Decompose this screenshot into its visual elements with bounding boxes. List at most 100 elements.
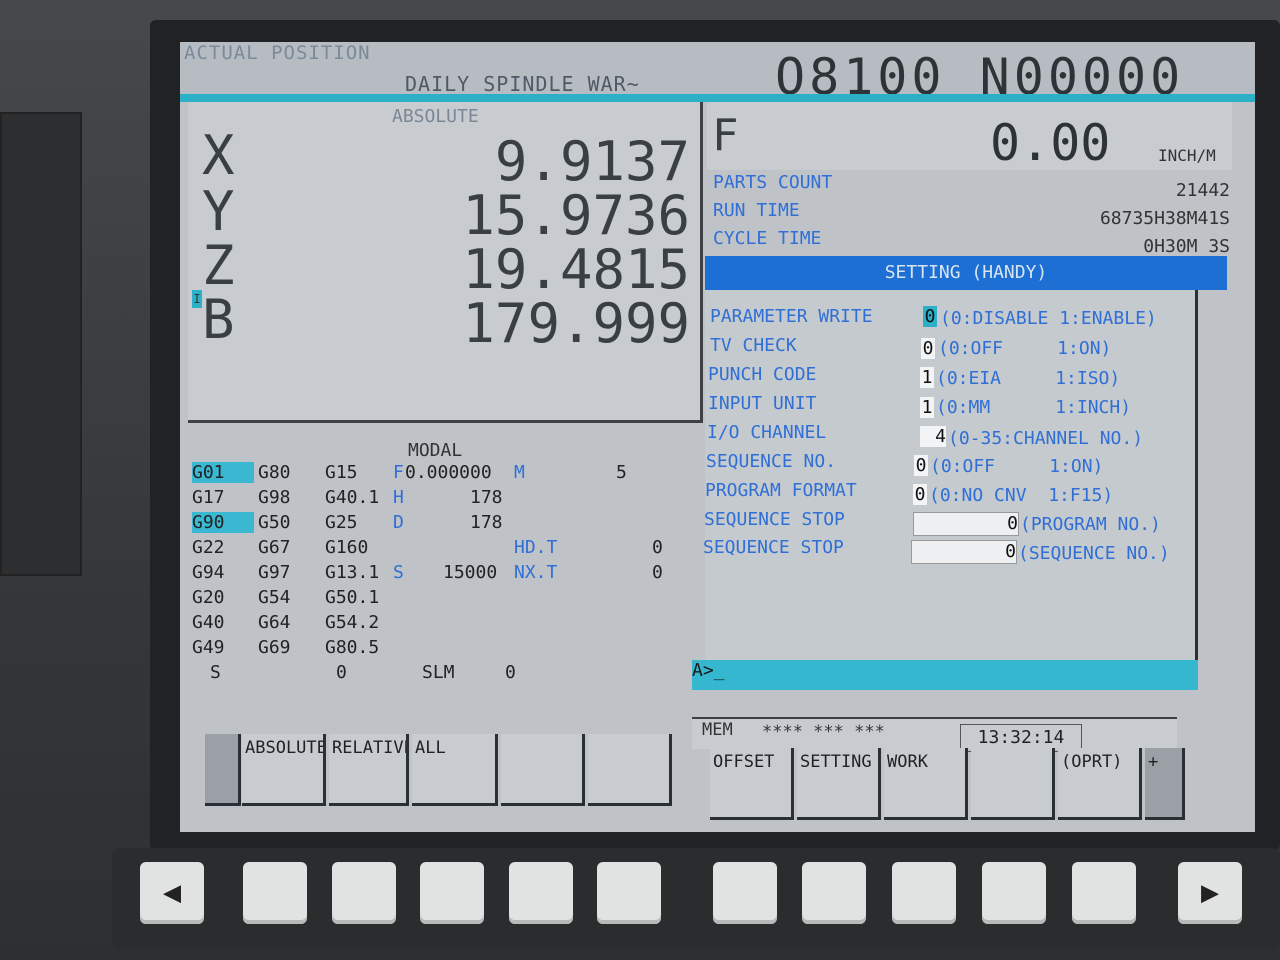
gcode-item: G25 xyxy=(325,512,358,533)
param-value-input[interactable]: 0 xyxy=(911,540,1017,564)
softkey-offset[interactable]: OFFSET xyxy=(710,748,794,820)
feed-panel xyxy=(707,102,1232,170)
gcode-item: G67 xyxy=(258,537,291,558)
param-name: SEQUENCE STOP xyxy=(704,509,845,530)
param-desc: (0:OFF 1:ON) xyxy=(938,338,1112,359)
modal-d-label: D xyxy=(393,512,404,533)
softkey-next-page[interactable]: + xyxy=(1145,748,1185,820)
hardware-softkey[interactable] xyxy=(802,862,866,924)
gcode-item: G64 xyxy=(258,612,291,633)
softkey-absolute[interactable]: ABSOLUTE xyxy=(242,734,326,806)
param-value-input[interactable]: 1 xyxy=(920,397,934,418)
modal-f-label: F xyxy=(393,462,404,483)
slm-value: 0 xyxy=(505,662,516,683)
softkey-oprt[interactable]: (OPRT) xyxy=(1058,748,1142,820)
hardware-softkey[interactable] xyxy=(892,862,956,924)
gcode-item: G90 xyxy=(192,512,254,533)
param-name: PROGRAM FORMAT xyxy=(705,480,857,501)
gcode-item: G50.1 xyxy=(325,587,380,608)
param-value-input[interactable]: 0 xyxy=(913,484,927,505)
param-name: TV CHECK xyxy=(710,335,797,356)
modal-hdt-label: HD.T xyxy=(514,537,558,558)
softkey-all[interactable]: ALL xyxy=(412,734,498,806)
modal-nxt-label: NX.T xyxy=(514,562,558,583)
softkey-setting[interactable]: SETTING xyxy=(797,748,881,820)
mode-title: ACTUAL POSITION xyxy=(184,42,371,64)
hardware-softkey[interactable] xyxy=(243,862,307,924)
run-time-label: RUN TIME xyxy=(713,200,800,221)
axis-x-label: X xyxy=(202,124,235,187)
param-value-input[interactable]: 1 xyxy=(920,367,934,388)
status-fields: **** *** *** xyxy=(762,722,885,742)
gcode-item: G98 xyxy=(258,487,291,508)
gcode-item: G94 xyxy=(192,562,225,583)
param-value-input[interactable]: 0 xyxy=(914,455,928,476)
softkey-relative[interactable]: RELATIVE xyxy=(329,734,409,806)
axis-b-value: 179.999 xyxy=(462,292,690,355)
gcode-item: G15 xyxy=(325,462,358,483)
gcode-item: G01 xyxy=(192,462,254,483)
modal-f-value: 0.000000 xyxy=(405,462,492,483)
softkey-left-6[interactable] xyxy=(588,734,672,806)
left-arrow-icon[interactable]: ◀ xyxy=(140,862,204,924)
gcode-item: G13.1 xyxy=(325,562,380,583)
cnc-screen: ACTUAL POSITION DAILY SPINDLE WAR~ O8100… xyxy=(180,42,1255,832)
modal-d-value: 178 xyxy=(470,512,503,533)
hardware-softkey[interactable] xyxy=(597,862,661,924)
modal-h-label: H xyxy=(393,487,404,508)
modal-h-value: 178 xyxy=(470,487,503,508)
param-value-input[interactable]: 0 xyxy=(913,512,1019,536)
setting-title: SETTING (HANDY) xyxy=(884,262,1048,283)
status-mode: MEM xyxy=(702,720,733,740)
param-name: PUNCH CODE xyxy=(708,364,817,385)
softkey-right-4[interactable] xyxy=(971,748,1055,820)
gcode-item: G54.2 xyxy=(325,612,380,633)
gcode-item: G80 xyxy=(258,462,291,483)
run-time-value: 68735H38M41S xyxy=(1099,208,1230,229)
gcode-item: G22 xyxy=(192,537,225,558)
feed-label: F xyxy=(712,110,739,161)
gcode-item: G20 xyxy=(192,587,225,608)
softkey-left-1[interactable] xyxy=(205,734,241,806)
param-value-input[interactable]: 0 xyxy=(923,306,937,327)
hardware-softkey[interactable] xyxy=(420,862,484,924)
spindle-row-label: S xyxy=(210,662,221,683)
hardware-softkey[interactable] xyxy=(1072,862,1136,924)
param-desc: (0:EIA 1:ISO) xyxy=(936,368,1121,389)
param-name: I/O CHANNEL xyxy=(707,422,827,443)
parts-count-value: 21442 xyxy=(1175,180,1230,201)
command-input-line[interactable]: A>_ xyxy=(692,660,1198,690)
gcode-item: G50 xyxy=(258,512,291,533)
param-value-input[interactable]: 4 xyxy=(920,426,946,447)
right-arrow-icon[interactable]: ▶ xyxy=(1178,862,1242,924)
hardware-softkey[interactable] xyxy=(332,862,396,924)
param-name: INPUT UNIT xyxy=(708,393,817,414)
param-desc: (PROGRAM NO.) xyxy=(1020,514,1161,535)
modal-s-value: 15000 xyxy=(443,562,498,583)
gcode-item: G49 xyxy=(192,637,225,658)
param-desc: (0:OFF 1:ON) xyxy=(930,456,1104,477)
hardware-softkey[interactable] xyxy=(713,862,777,924)
cursor-marker: I xyxy=(192,290,202,308)
spindle-row-value: 0 xyxy=(336,662,347,683)
side-panel xyxy=(0,112,82,576)
param-desc: (0:DISABLE 1:ENABLE) xyxy=(940,308,1157,329)
gcode-item: G69 xyxy=(258,637,291,658)
axis-b-label: B xyxy=(202,288,235,351)
modal-m-value: 5 xyxy=(616,462,627,483)
param-value-input[interactable]: 0 xyxy=(921,338,935,359)
modal-hdt-value: 0 xyxy=(652,537,663,558)
hardware-softkey[interactable] xyxy=(982,862,1046,924)
softkey-left-5[interactable] xyxy=(501,734,585,806)
position-mode-label: ABSOLUTE xyxy=(392,106,479,127)
header-accent-line xyxy=(180,94,1255,102)
param-desc: (SEQUENCE NO.) xyxy=(1018,543,1170,564)
param-desc: (0:MM 1:INCH) xyxy=(936,397,1132,418)
param-name: SEQUENCE STOP xyxy=(703,537,844,558)
hardware-softkey[interactable] xyxy=(509,862,573,924)
softkey-work[interactable]: WORK xyxy=(884,748,968,820)
modal-nxt-value: 0 xyxy=(652,562,663,583)
cycle-time-value: 0H30M 3S xyxy=(1143,236,1230,257)
gcode-item: G80.5 xyxy=(325,637,380,658)
param-name: PARAMETER WRITE xyxy=(710,306,873,327)
